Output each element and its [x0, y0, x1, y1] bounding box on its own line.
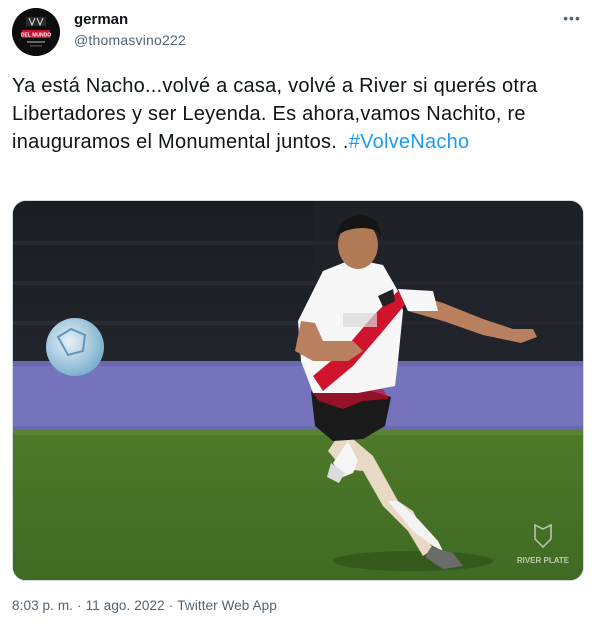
avatar[interactable]: DEL MUNDO — [12, 8, 60, 56]
author-names: german @thomasvino222 — [74, 11, 186, 49]
meta-separator-2: · — [168, 598, 174, 613]
tweet-time[interactable]: 8:03 p. m. — [12, 598, 73, 613]
tweet-source[interactable]: Twitter Web App — [177, 598, 277, 613]
avatar-image: DEL MUNDO — [12, 8, 60, 56]
tweet-meta: 8:03 p. m. · 11 ago. 2022 · Twitter Web App — [12, 598, 281, 613]
meta-separator-1: · — [77, 598, 82, 613]
tweet-text: Ya está Nacho...volvé a casa, volvé a Ri… — [12, 72, 588, 156]
tweet-media-photo[interactable]: RIVER PLATE — [12, 200, 584, 581]
hashtag-link[interactable]: #VolveNacho — [349, 131, 470, 153]
more-options-icon[interactable]: ••• — [560, 11, 584, 32]
tweet-date[interactable]: 11 ago. 2022 — [86, 598, 165, 613]
watermark-text: RIVER PLATE — [517, 556, 570, 565]
tweet-header: DEL MUNDO german @thomasvino222 ••• — [12, 8, 588, 58]
photo-river-player: RIVER PLATE — [13, 201, 583, 580]
author-handle[interactable]: @thomasvino222 — [74, 31, 186, 49]
author-display-name[interactable]: german — [74, 11, 186, 29]
avatar-text: DEL MUNDO — [21, 33, 51, 39]
tweet-card: DEL MUNDO german @thomasvino222 ••• Ya e… — [0, 0, 600, 626]
